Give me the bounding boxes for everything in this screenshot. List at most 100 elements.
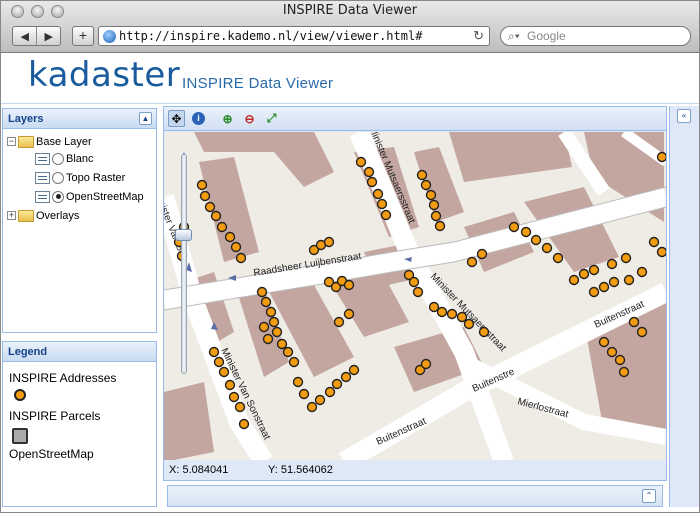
address-point[interactable]: [620, 252, 632, 264]
address-point[interactable]: [420, 179, 432, 191]
address-point[interactable]: [408, 276, 420, 288]
address-point[interactable]: [230, 241, 242, 253]
radio-blanc[interactable]: [52, 152, 64, 165]
address-point[interactable]: [331, 378, 343, 390]
address-point[interactable]: [588, 286, 600, 298]
address-point[interactable]: [260, 296, 272, 308]
address-point[interactable]: [478, 326, 490, 338]
address-point[interactable]: [228, 391, 240, 403]
address-point[interactable]: [348, 364, 360, 376]
address-point[interactable]: [508, 221, 520, 233]
tree-node-base-layer[interactable]: − Base Layer: [7, 133, 92, 150]
address-point[interactable]: [323, 236, 335, 248]
address-point[interactable]: [380, 209, 392, 221]
tree-node-topo-raster[interactable]: Topo Raster: [35, 169, 125, 186]
address-point[interactable]: [343, 308, 355, 320]
address-point[interactable]: [376, 198, 388, 210]
address-point[interactable]: [343, 279, 355, 291]
expand-node-icon[interactable]: +: [7, 211, 16, 220]
address-point[interactable]: [340, 371, 352, 383]
tree-node-overlays[interactable]: + Overlays: [7, 207, 79, 224]
collapse-node-icon[interactable]: −: [7, 137, 16, 146]
address-point[interactable]: [636, 266, 648, 278]
search-input[interactable]: ⌕▾ Google: [500, 26, 691, 46]
address-point[interactable]: [608, 276, 620, 288]
address-point[interactable]: [416, 169, 428, 181]
zoom-out-icon[interactable]: ⊖: [241, 110, 258, 127]
address-point[interactable]: [628, 316, 640, 328]
address-point[interactable]: [623, 274, 635, 286]
address-point[interactable]: [234, 401, 246, 413]
address-point[interactable]: [333, 316, 345, 328]
address-point[interactable]: [588, 264, 600, 276]
address-point[interactable]: [366, 176, 378, 188]
address-point[interactable]: [636, 326, 648, 338]
address-point[interactable]: [271, 326, 283, 338]
zoom-in-icon[interactable]: ⊕: [219, 110, 236, 127]
map-canvas[interactable]: Raadsheer Luijbenstraat Minister Mutsaer…: [164, 132, 666, 462]
pan-tool-icon[interactable]: ✥: [168, 110, 185, 127]
address-point[interactable]: [314, 394, 326, 406]
address-point[interactable]: [282, 346, 294, 358]
address-point[interactable]: [216, 221, 228, 233]
address-point[interactable]: [446, 308, 458, 320]
address-point[interactable]: [456, 311, 468, 323]
url-field[interactable]: http://inspire.kademo.nl/view/viewer.htm…: [98, 26, 490, 46]
address-point[interactable]: [598, 281, 610, 293]
address-point[interactable]: [199, 190, 211, 202]
info-tool-icon[interactable]: i: [190, 110, 207, 127]
address-point[interactable]: [420, 358, 432, 370]
address-point[interactable]: [238, 418, 250, 430]
address-point[interactable]: [656, 151, 667, 163]
radio-topo-raster[interactable]: [52, 171, 64, 184]
address-point[interactable]: [428, 199, 440, 211]
address-point[interactable]: [208, 346, 220, 358]
address-point[interactable]: [276, 338, 288, 350]
address-point[interactable]: [568, 274, 580, 286]
address-point[interactable]: [235, 252, 247, 264]
address-point[interactable]: [288, 356, 300, 368]
address-point[interactable]: [298, 388, 310, 400]
zoom-slider[interactable]: [181, 154, 187, 374]
address-point[interactable]: [258, 321, 270, 333]
address-point[interactable]: [614, 354, 626, 366]
address-point[interactable]: [434, 220, 446, 232]
tree-node-openstreetmap[interactable]: OpenStreetMap: [35, 188, 144, 205]
address-point[interactable]: [210, 210, 222, 222]
address-point[interactable]: [606, 346, 618, 358]
address-point[interactable]: [363, 166, 375, 178]
address-point[interactable]: [552, 252, 564, 264]
address-point[interactable]: [265, 306, 277, 318]
forward-arrow-icon[interactable]: ▶: [36, 27, 60, 45]
reload-icon[interactable]: ↻: [473, 28, 484, 44]
expand-up-icon[interactable]: ⌃: [642, 489, 656, 503]
address-point[interactable]: [541, 242, 553, 254]
address-point[interactable]: [262, 333, 274, 345]
address-point[interactable]: [204, 201, 216, 213]
address-point[interactable]: [292, 376, 304, 388]
tree-node-blanc[interactable]: Blanc: [35, 150, 94, 167]
address-point[interactable]: [520, 226, 532, 238]
address-point[interactable]: [476, 248, 488, 260]
address-point[interactable]: [425, 189, 437, 201]
zoom-extent-icon[interactable]: ⤢: [263, 110, 280, 127]
address-point[interactable]: [648, 236, 660, 248]
address-point[interactable]: [213, 356, 225, 368]
address-point[interactable]: [372, 188, 384, 200]
address-point[interactable]: [656, 246, 667, 258]
address-point[interactable]: [268, 316, 280, 328]
address-point[interactable]: [530, 234, 542, 246]
address-point[interactable]: [355, 156, 367, 168]
plus-icon[interactable]: +: [72, 26, 94, 46]
address-point[interactable]: [324, 386, 336, 398]
back-arrow-icon[interactable]: ◀: [13, 27, 36, 45]
address-point[interactable]: [430, 210, 442, 222]
address-point[interactable]: [466, 256, 478, 268]
address-point[interactable]: [463, 318, 475, 330]
address-point[interactable]: [578, 268, 590, 280]
address-point[interactable]: [306, 401, 318, 413]
address-point[interactable]: [224, 231, 236, 243]
address-point[interactable]: [436, 306, 448, 318]
address-point[interactable]: [598, 336, 610, 348]
address-point[interactable]: [196, 179, 208, 191]
